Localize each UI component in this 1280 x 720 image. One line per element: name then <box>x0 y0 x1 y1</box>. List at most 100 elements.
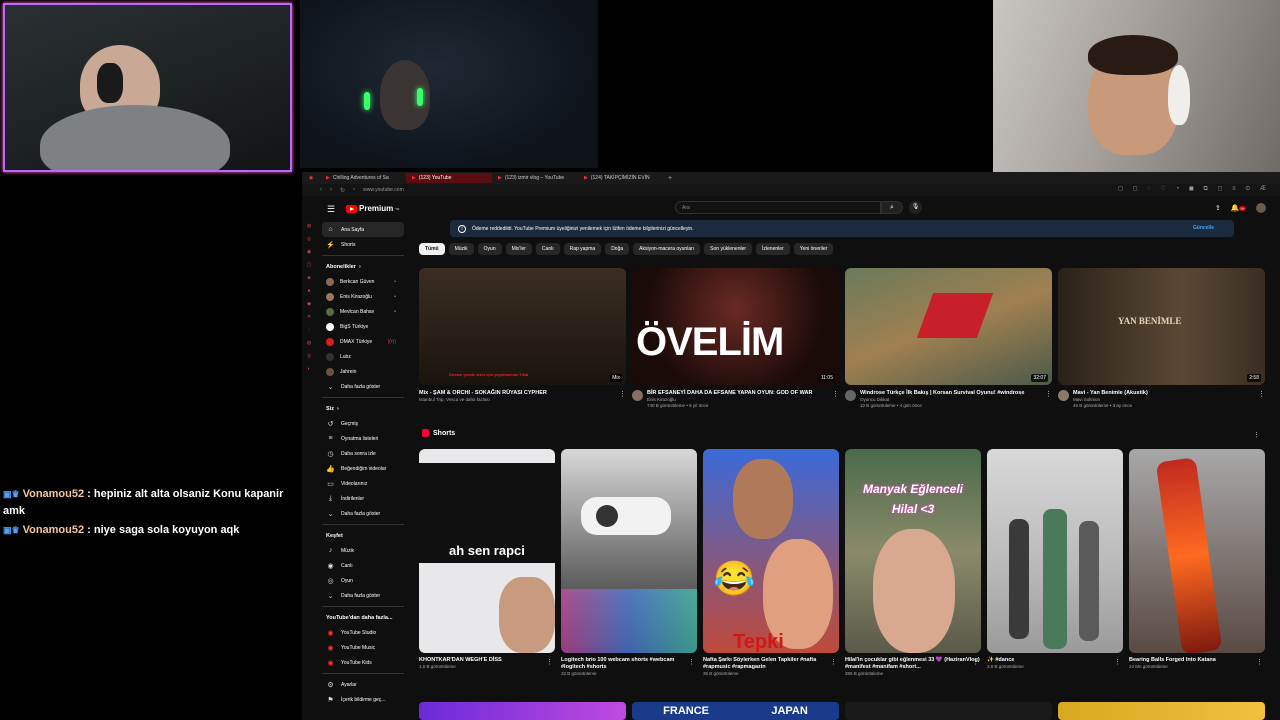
sidebar-app-icon[interactable]: ◍ <box>302 220 316 233</box>
video-card[interactable]: 32:07 Windrose Türkçe İlk Bakış | Korsan… <box>845 268 1052 409</box>
sidebar-app-icon[interactable]: ● <box>302 285 316 298</box>
short-thumbnail[interactable]: ah sen rapci <box>419 449 555 653</box>
url-field[interactable]: www.youtube.com <box>363 187 404 193</box>
update-button[interactable]: Güncelle <box>1193 225 1214 231</box>
video-card[interactable]: Devam yeride sizin için yayınlanmaz Tıkl… <box>419 268 626 403</box>
guide-item-music-app[interactable]: ◉ YouTube Music <box>322 640 404 655</box>
short-card[interactable]: ✨ #dance 3,8 B görüntüleme ⋮ <box>987 449 1123 669</box>
short-title[interactable]: Logitech brio 100 webcam shorts #webcam … <box>561 657 697 671</box>
guide-item-history[interactable]: ↺ Geçmiş <box>322 416 404 431</box>
more-vert-icon[interactable]: ⋮ <box>1256 658 1263 666</box>
guide-item-subscription[interactable]: Berkcan Güven • <box>322 274 404 289</box>
guide-show-more[interactable]: ⌄ Daha fazla göster <box>322 588 404 603</box>
guide-item-watch-later[interactable]: ◷ Daha sonra izle <box>322 446 404 461</box>
chip[interactable]: Mix'ler <box>505 243 532 255</box>
guide-item-gaming[interactable]: ◎ Oyun <box>322 573 404 588</box>
guide-item-studio[interactable]: ◉ YouTube Studio <box>322 625 404 640</box>
guide-item-music[interactable]: ♪ Müzik <box>322 543 404 558</box>
hamburger-menu-icon[interactable]: ☰ <box>327 204 335 215</box>
guide-item-subscription[interactable]: Lubz <box>322 349 404 364</box>
short-title[interactable]: ✨ #dance <box>987 657 1123 664</box>
short-title[interactable]: Hilal'in çocuklar gibi eğlenmesi 33 💜 (H… <box>845 657 981 671</box>
opera-icon[interactable]: ◉ <box>302 175 320 181</box>
more-vert-icon[interactable]: ⋮ <box>619 390 626 398</box>
back-icon[interactable]: ‹ <box>320 187 322 193</box>
search-input[interactable]: Ara <box>675 201 881 214</box>
sidebar-app-icon[interactable]: ◎ <box>302 350 316 363</box>
sidebar-app-icon[interactable]: ◉ <box>302 246 316 259</box>
guide-item-report[interactable]: ⚑ İçerik bildirme geç... <box>322 692 404 707</box>
sidebar-app-icon[interactable]: ◎ <box>302 233 316 246</box>
browser-tab[interactable]: ▶ (124) TAKİPÇİMİZİN EVİN <box>578 173 664 183</box>
sidebar-app-icon[interactable]: ◐ <box>302 363 316 376</box>
short-thumbnail[interactable] <box>1129 449 1265 653</box>
chip[interactable]: Canlı <box>535 243 560 255</box>
short-title[interactable]: KHONTKAR'DAN WEGH'E DİSS <box>419 657 555 664</box>
video-title[interactable]: Mavi - Yan Benimle (Akustik) <box>1073 390 1253 397</box>
short-thumbnail[interactable] <box>561 449 697 653</box>
chip[interactable]: Rap yapma <box>563 243 602 255</box>
sidebar-app-icon[interactable]: ◆ <box>302 298 316 311</box>
guide-item-shorts[interactable]: ⚡ Shorts <box>322 237 404 252</box>
chip[interactable]: Yeni öneriler <box>793 243 834 255</box>
browser-tab[interactable]: ▶ (123) YouTube <box>406 173 492 183</box>
extension-icons[interactable]: ◻ ◻ ◌ ♡ ◔ ◼ ⧉ ◻ ≡ ⊙ Æ <box>1118 185 1270 193</box>
next-row-thumbnail[interactable] <box>419 702 626 720</box>
chip[interactable]: Müzik <box>448 243 474 255</box>
guide-item-subscription[interactable]: Jahrein <box>322 364 404 379</box>
sidebar-app-icon[interactable]: ✕ <box>302 311 316 324</box>
reload-icon[interactable]: ↻ <box>340 187 345 194</box>
video-card[interactable]: ÖVELİM 11:05 BİR EFSANEYİ DAHA DA EFSANE… <box>632 268 839 409</box>
guide-show-more[interactable]: ⌄ Daha fazla göster <box>322 506 404 521</box>
more-vert-icon[interactable]: ⋮ <box>546 658 553 666</box>
guide-item-home[interactable]: ⌂ Ana Sayfa <box>322 222 404 237</box>
guide-show-more[interactable]: ⌄ Daha fazla göster <box>322 379 404 394</box>
guide-item-playlists[interactable]: ≡ Oynatma listeleri <box>322 431 404 446</box>
more-vert-icon[interactable]: ⋮ <box>1253 431 1260 439</box>
short-title[interactable]: Bearing Balls Forged Into Katana <box>1129 657 1265 664</box>
chip[interactable]: Doğa <box>605 243 630 255</box>
guide-item-subscription[interactable]: BigS Türkiye <box>322 319 404 334</box>
create-icon[interactable]: ⇪ <box>1215 204 1221 212</box>
guide-item-subscription[interactable]: DMAX Türkiye ((•)) <box>322 334 404 349</box>
next-row-thumbnail[interactable] <box>1058 702 1265 720</box>
sidebar-app-icon[interactable]: ◍ <box>302 337 316 350</box>
chip[interactable]: Aksiyon-macera oyunları <box>633 243 701 255</box>
video-thumbnail[interactable]: 32:07 <box>845 268 1052 385</box>
microphone-icon[interactable]: 🎙 <box>909 201 922 214</box>
next-row-thumbnail[interactable] <box>845 702 1052 720</box>
more-vert-icon[interactable]: ⋮ <box>688 658 695 666</box>
short-card[interactable]: Manyak Eğlenceli Hilal <3 Hilal'in çocuk… <box>845 449 981 676</box>
sidebar-app-icon[interactable]: ◈ <box>302 272 316 285</box>
more-vert-icon[interactable]: ⋮ <box>830 658 837 666</box>
next-row-thumbnail[interactable]: FRANCE JAPAN <box>632 702 839 720</box>
video-thumbnail[interactable]: Devam yeride sizin için yayınlanmaz Tıkl… <box>419 268 626 385</box>
more-vert-icon[interactable]: ⋮ <box>832 390 839 398</box>
short-title[interactable]: Nafta Şarkı Söylerken Gelen Tapkiler #na… <box>703 657 839 671</box>
guide-item-settings[interactable]: ⚙ Ayarlar <box>322 677 404 692</box>
chip[interactable]: Tümü <box>419 243 445 255</box>
guide-you-header[interactable]: Siz › <box>322 401 404 416</box>
search-icon[interactable]: ⌕ <box>881 201 903 214</box>
guide-subscriptions-header[interactable]: Abonelikler › <box>322 259 404 274</box>
video-title[interactable]: Windrose Türkçe İlk Bakış | Korsan Survi… <box>860 390 1040 397</box>
short-card[interactable]: ah sen rapci KHONTKAR'DAN WEGH'E DİSS 1,… <box>419 449 555 669</box>
forward-icon[interactable]: › <box>330 187 332 193</box>
chip[interactable]: Son yüklenenler <box>704 243 753 255</box>
video-channel[interactable]: İstanbul Trip, Vesca ve daha fazlası <box>419 397 599 403</box>
channel-avatar[interactable] <box>845 390 856 401</box>
short-thumbnail[interactable]: 😂 Tepki <box>703 449 839 653</box>
video-card[interactable]: YAN BENİMLE 2:58 Mavi - Yan Benimle (Aku… <box>1058 268 1265 409</box>
chip[interactable]: Oyun <box>477 243 502 255</box>
guide-item-live[interactable]: ◉ Canlı <box>322 558 404 573</box>
sidebar-app-icon[interactable]: ◌ <box>302 324 316 337</box>
sidebar-app-icon[interactable]: ▢ <box>302 259 316 272</box>
short-thumbnail[interactable] <box>987 449 1123 653</box>
guide-item-downloads[interactable]: ⤓ İndirilenler <box>322 491 404 506</box>
bell-icon[interactable]: 🔔9+ <box>1231 204 1246 212</box>
channel-avatar[interactable] <box>632 390 643 401</box>
more-vert-icon[interactable]: ⋮ <box>1258 390 1265 398</box>
short-card[interactable]: 😂 Tepki Nafta Şarkı Söylerken Gelen Tapk… <box>703 449 839 676</box>
video-title[interactable]: Mix - ŞAM & ORCHI - SOKAĞIN RÜYASI CYPHE… <box>419 390 599 397</box>
guide-item-subscription[interactable]: Enis Kirazoğlu • <box>322 289 404 304</box>
